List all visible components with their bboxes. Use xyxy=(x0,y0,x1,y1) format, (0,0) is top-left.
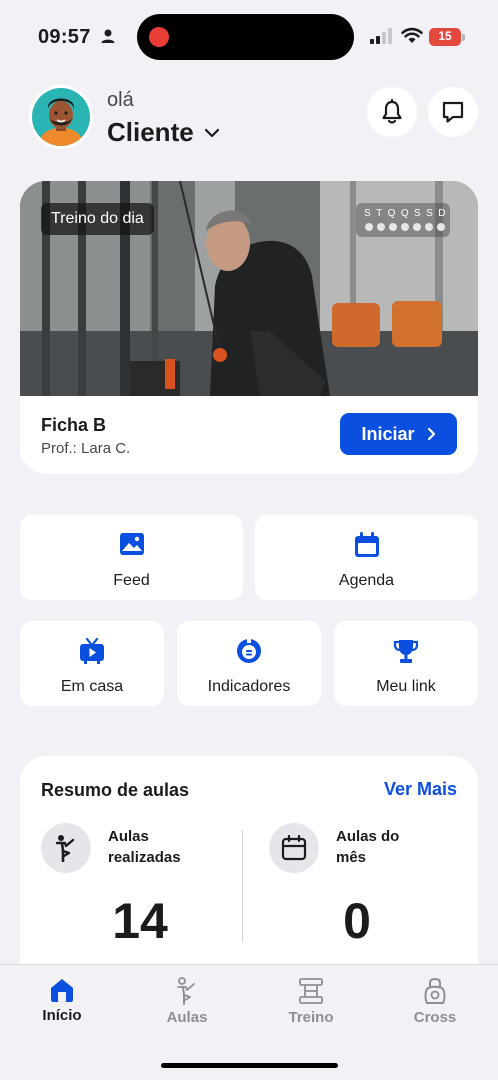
week-progress: S T Q Q S S D xyxy=(356,203,450,237)
status-bar: 09:57 15 xyxy=(0,0,498,72)
shortcut-label: Indicadores xyxy=(207,678,291,695)
greeting: olá xyxy=(107,89,134,111)
weekday-label: T xyxy=(376,208,383,219)
calendar-icon xyxy=(354,532,379,557)
tab-label: Treino xyxy=(288,1009,334,1026)
classes-summary-card: Resumo de aulas Ver Mais Aulas realizada… xyxy=(20,756,478,986)
yoga-pose-icon xyxy=(177,977,195,1005)
summary-divider xyxy=(242,830,243,942)
calendar-icon xyxy=(281,835,307,861)
stat-icon-circle xyxy=(41,823,91,873)
wifi-icon xyxy=(401,27,423,43)
shortcut-label: Em casa xyxy=(60,678,124,695)
stat-label-line2: realizadas xyxy=(108,849,181,866)
dumbbell-icon xyxy=(299,978,323,1004)
see-more-link[interactable]: Ver Mais xyxy=(384,779,457,800)
battery-icon: 15 xyxy=(429,28,461,46)
trophy-icon xyxy=(393,640,419,663)
shortcut-agenda[interactable]: Agenda xyxy=(255,515,478,600)
battery-level: 15 xyxy=(438,29,452,43)
chat-icon xyxy=(442,101,464,123)
messages-button[interactable] xyxy=(428,87,478,137)
start-workout-label: Iniciar xyxy=(361,423,415,444)
tv-icon xyxy=(80,638,104,664)
avatar[interactable] xyxy=(29,85,93,149)
battery-cap xyxy=(462,34,465,41)
signal-icon xyxy=(370,28,392,44)
classes-month-count: 0 xyxy=(343,893,371,949)
weekday-dot xyxy=(389,223,397,231)
workout-card[interactable]: Treino do dia S T Q Q S S D Ficha B Prof… xyxy=(20,181,478,474)
workout-of-day-badge: Treino do dia xyxy=(41,203,154,235)
bell-icon xyxy=(382,99,402,124)
client-selector[interactable]: Cliente xyxy=(107,117,220,148)
tab-treino[interactable]: Treino xyxy=(266,977,356,1026)
home-icon xyxy=(51,979,73,1002)
kettlebell-icon xyxy=(424,977,446,1004)
weekday-label: S xyxy=(414,208,422,219)
weekday-dot xyxy=(365,223,373,231)
classes-done-count: 14 xyxy=(112,893,168,949)
yoga-pose-icon xyxy=(55,835,75,862)
shortcut-indicadores[interactable]: Indicadores xyxy=(177,621,321,706)
stat-label-line1: Aulas xyxy=(108,828,149,845)
chevron-down-icon xyxy=(204,128,219,137)
tab-cross[interactable]: Cross xyxy=(390,977,480,1026)
tab-label: Início xyxy=(42,1007,82,1024)
home-indicator[interactable] xyxy=(161,1063,338,1068)
weekday-dot xyxy=(437,223,445,231)
image-icon xyxy=(119,533,144,555)
weekday-dot xyxy=(401,223,409,231)
weekday-label: S xyxy=(426,208,434,219)
gauge-icon xyxy=(237,638,261,663)
stat-label-line1: Aulas do xyxy=(336,828,400,845)
status-time: 09:57 xyxy=(38,26,91,48)
dynamic-island xyxy=(137,14,354,60)
shortcut-label: Feed xyxy=(113,572,150,589)
stat-icon-circle xyxy=(269,823,319,873)
tab-label: Aulas xyxy=(166,1009,208,1026)
shortcut-label: Meu link xyxy=(376,678,436,695)
weekday-dot xyxy=(377,223,385,231)
weekday-label: Q xyxy=(400,208,410,219)
weekday-label: S xyxy=(364,208,372,219)
shortcut-meu-link[interactable]: Meu link xyxy=(334,621,478,706)
professor-name: Prof.: Lara C. xyxy=(41,440,131,457)
workout-title: Ficha B xyxy=(41,415,107,435)
chevron-right-icon xyxy=(427,427,435,441)
weekday-label: Q xyxy=(387,208,396,219)
shortcut-feed[interactable]: Feed xyxy=(20,515,243,600)
shortcut-label: Agenda xyxy=(338,572,395,589)
weekday-dot xyxy=(413,223,421,231)
client-name: Cliente xyxy=(107,117,194,147)
weekday-dot xyxy=(425,223,433,231)
shortcut-em-casa[interactable]: Em casa xyxy=(20,621,164,706)
avatar-illustration-icon xyxy=(32,88,90,146)
recording-indicator-icon xyxy=(149,27,169,47)
tab-aulas[interactable]: Aulas xyxy=(142,977,232,1026)
weekday-label: D xyxy=(438,208,446,219)
notifications-button[interactable] xyxy=(367,87,417,137)
person-icon xyxy=(101,29,115,43)
start-workout-button[interactable]: Iniciar xyxy=(340,413,457,455)
summary-title: Resumo de aulas xyxy=(41,780,190,800)
tab-label: Cross xyxy=(413,1009,457,1026)
stat-label-line2: mês xyxy=(336,849,367,866)
tab-inicio[interactable]: Início xyxy=(17,977,107,1024)
